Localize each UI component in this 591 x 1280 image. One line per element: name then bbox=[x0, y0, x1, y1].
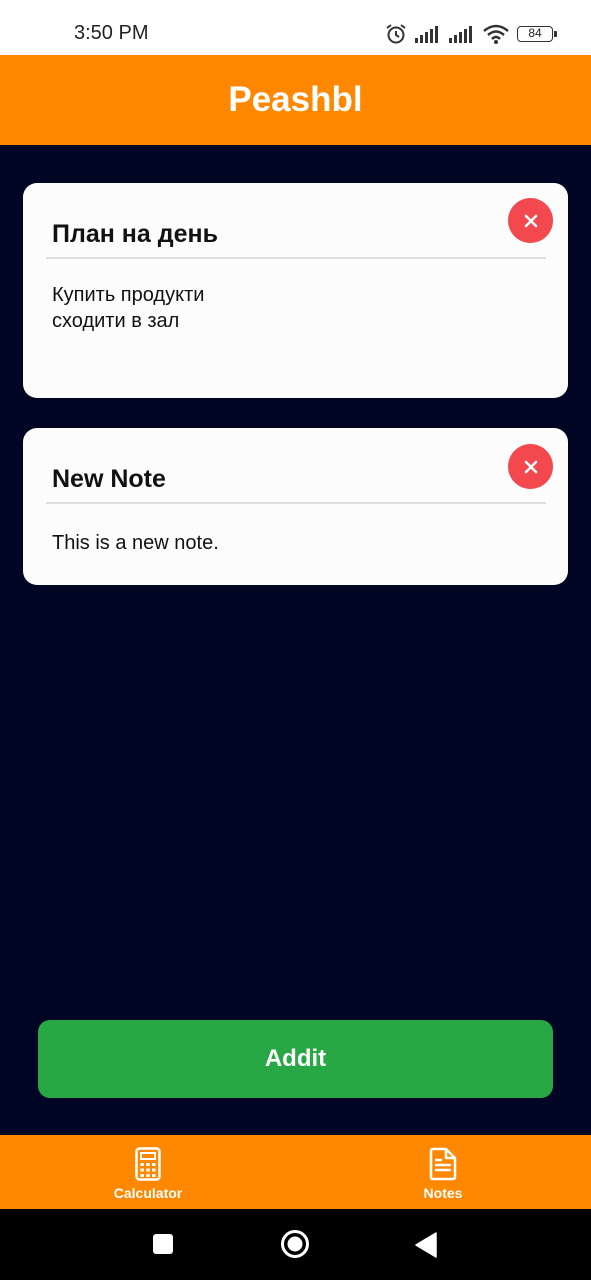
delete-note-button[interactable] bbox=[508, 444, 553, 489]
wifi-icon bbox=[483, 24, 509, 44]
status-icons: 84 bbox=[385, 22, 557, 46]
signal-icon bbox=[415, 26, 438, 43]
document-icon bbox=[429, 1147, 457, 1181]
back-button[interactable] bbox=[415, 1232, 437, 1263]
home-button[interactable] bbox=[280, 1229, 310, 1264]
delete-note-button[interactable] bbox=[508, 198, 553, 243]
note-title: План на день bbox=[52, 220, 218, 248]
note-card[interactable]: План на день Купить продукти сходити в з… bbox=[23, 183, 568, 398]
recents-button[interactable] bbox=[152, 1233, 174, 1260]
tab-notes-label: Notes bbox=[423, 1185, 463, 1201]
note-divider bbox=[46, 502, 546, 504]
battery-indicator: 84 bbox=[517, 26, 557, 42]
app-title: Peashbl bbox=[228, 80, 363, 119]
close-icon bbox=[524, 460, 537, 473]
square-icon bbox=[153, 1234, 173, 1254]
tab-calculator[interactable]: Calculator bbox=[48, 1135, 248, 1209]
note-divider bbox=[46, 257, 546, 259]
calculator-icon bbox=[135, 1147, 161, 1181]
bottom-tab-bar: Calculator Notes bbox=[0, 1135, 591, 1209]
app-header: Peashbl bbox=[0, 55, 591, 145]
status-time: 3:50 PM bbox=[74, 22, 149, 44]
home-circle-icon bbox=[281, 1230, 309, 1258]
note-body: This is a new note. bbox=[52, 532, 219, 554]
status-bar: 3:50 PM 84 bbox=[0, 0, 591, 55]
tab-notes[interactable]: Notes bbox=[343, 1135, 543, 1209]
signal-icon-2 bbox=[449, 26, 472, 43]
back-triangle-icon bbox=[415, 1232, 437, 1258]
system-nav-bar bbox=[0, 1209, 591, 1280]
note-card[interactable]: New Note This is a new note. bbox=[23, 428, 568, 585]
tab-calculator-label: Calculator bbox=[113, 1185, 183, 1201]
note-body: Купить продукти сходити в зал bbox=[52, 284, 205, 332]
close-icon bbox=[524, 214, 537, 227]
alarm-icon bbox=[386, 24, 406, 44]
note-title: New Note bbox=[52, 465, 166, 493]
add-note-button[interactable]: Addit bbox=[38, 1020, 553, 1098]
